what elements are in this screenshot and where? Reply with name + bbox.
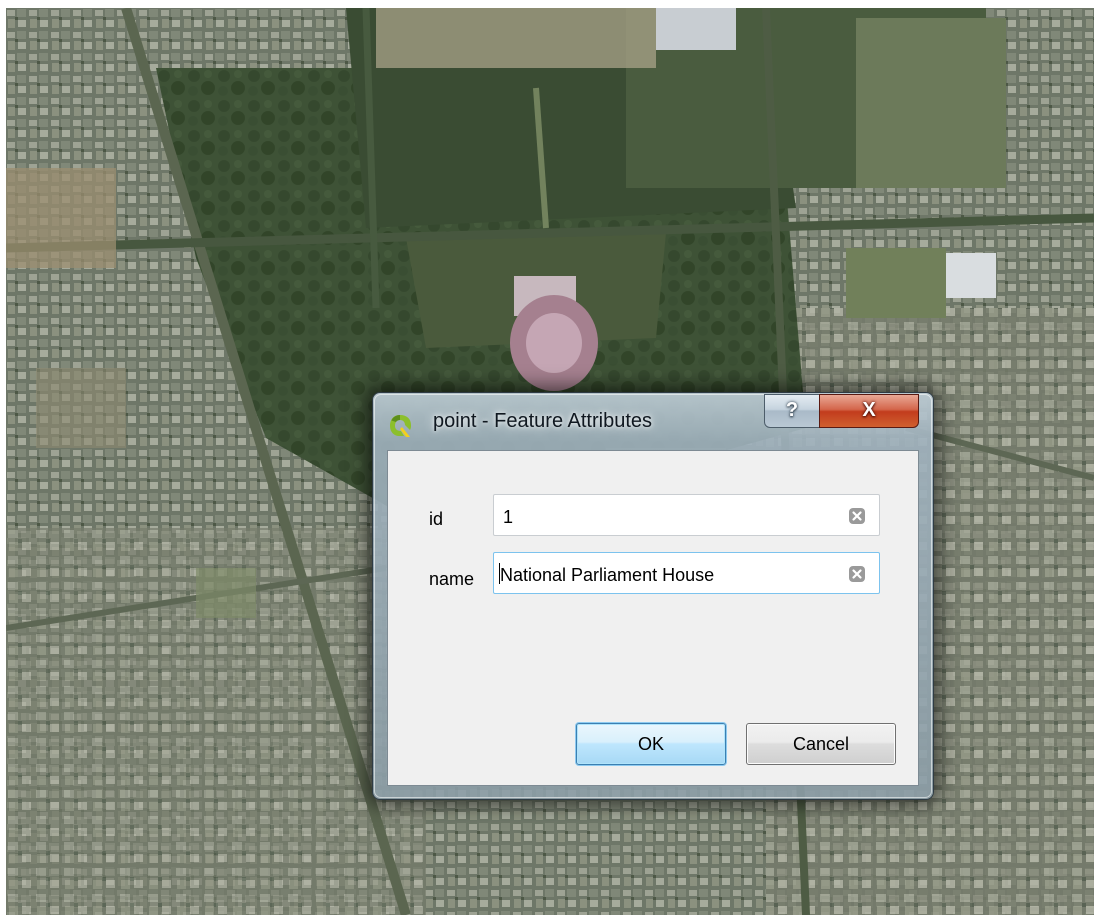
name-input[interactable]: National Parliament House [493, 552, 880, 594]
name-field-label: name [429, 569, 475, 589]
ok-button[interactable]: OK [576, 723, 726, 765]
dialog-title: point - Feature Attributes [433, 410, 653, 432]
screen: point - Feature Attributes ? X id 1 name… [0, 0, 1098, 921]
close-button[interactable]: X [819, 394, 919, 428]
cancel-button[interactable]: Cancel [746, 723, 896, 765]
dialog-titlebar[interactable]: point - Feature Attributes ? X [373, 393, 933, 449]
help-button[interactable]: ? [764, 394, 820, 428]
name-input-value: National Parliament House [500, 565, 715, 585]
clear-name-icon[interactable] [849, 566, 865, 582]
qgis-icon [387, 413, 413, 439]
clear-id-icon[interactable] [849, 508, 865, 524]
id-input-value: 1 [503, 507, 514, 527]
id-input[interactable]: 1 [493, 494, 880, 536]
id-field-label: id [429, 509, 444, 529]
